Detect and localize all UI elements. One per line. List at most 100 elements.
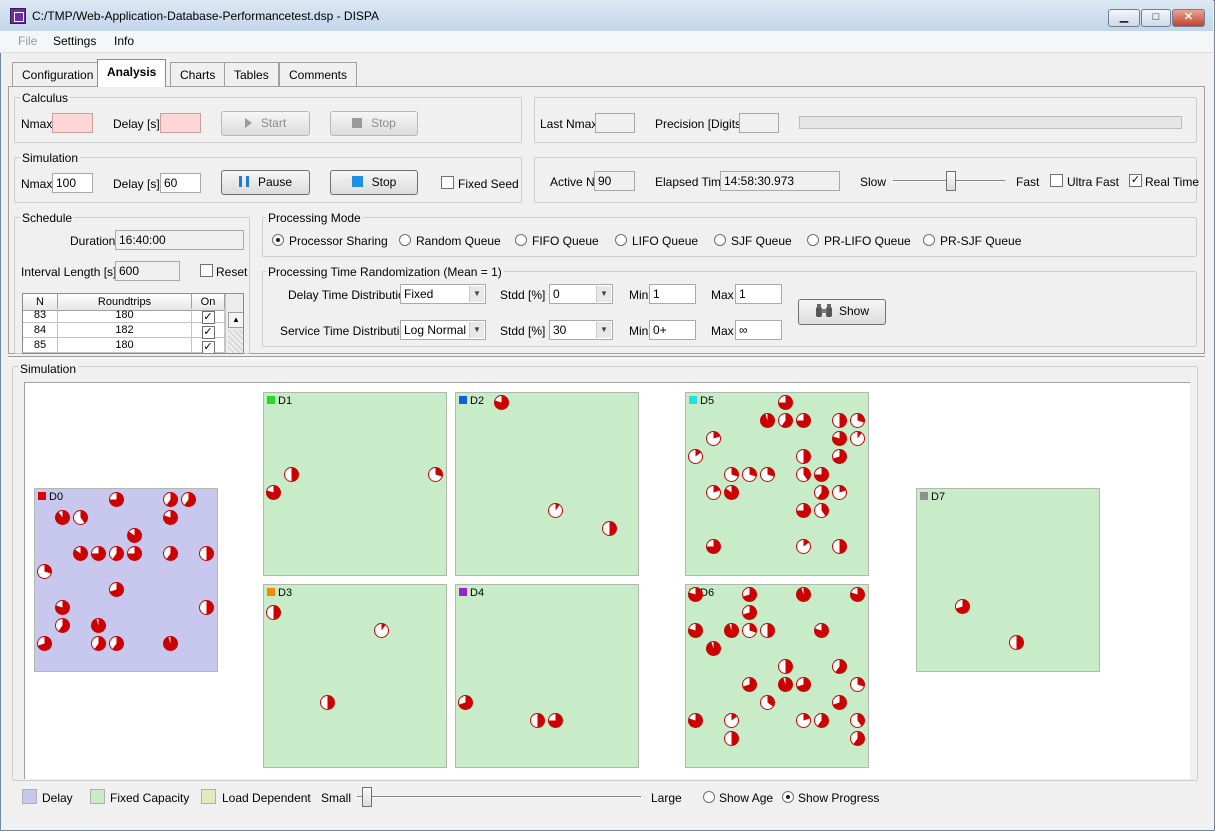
job-token[interactable] [706, 431, 721, 446]
table-scrollbar[interactable]: ▲ [225, 294, 243, 353]
fixed-seed-checkbox[interactable] [441, 176, 454, 189]
size-slider-thumb[interactable] [362, 787, 372, 807]
job-token[interactable] [832, 695, 847, 710]
show-progress-radio[interactable] [782, 791, 794, 803]
job-token[interactable] [742, 587, 757, 602]
job-token[interactable] [850, 731, 865, 746]
job-token[interactable] [742, 467, 757, 482]
job-token[interactable] [706, 641, 721, 656]
job-token[interactable] [284, 467, 299, 482]
job-token[interactable] [814, 713, 829, 728]
mode-radio-2[interactable] [515, 234, 527, 246]
job-token[interactable] [688, 623, 703, 638]
job-token[interactable] [760, 467, 775, 482]
calculus-start-button[interactable]: Start [221, 111, 310, 136]
job-token[interactable] [850, 413, 865, 428]
tab-analysis[interactable]: Analysis [97, 59, 167, 87]
job-token[interactable] [796, 677, 811, 692]
delay-max-field[interactable]: 1 [735, 284, 782, 304]
delay-dist-select[interactable]: Fixed ▼ [400, 284, 486, 304]
scroll-up-icon[interactable]: ▲ [228, 312, 243, 328]
job-token[interactable] [832, 413, 847, 428]
job-token[interactable] [163, 546, 178, 561]
job-token[interactable] [796, 587, 811, 602]
job-token[interactable] [814, 623, 829, 638]
job-token[interactable] [181, 492, 196, 507]
job-token[interactable] [955, 599, 970, 614]
job-token[interactable] [778, 395, 793, 410]
sim-pause-button[interactable]: Pause [221, 170, 310, 195]
job-token[interactable] [55, 510, 70, 525]
sim-nmax-input[interactable]: 100 [52, 173, 93, 193]
job-token[interactable] [796, 539, 811, 554]
minimize-button[interactable]: ▁ [1108, 9, 1140, 27]
mode-radio-3[interactable] [615, 234, 627, 246]
job-token[interactable] [91, 618, 106, 633]
job-token[interactable] [778, 677, 793, 692]
job-token[interactable] [724, 623, 739, 638]
close-button[interactable]: ✕ [1172, 9, 1205, 27]
job-token[interactable] [760, 695, 775, 710]
menu-settings[interactable]: Settings [53, 34, 96, 48]
job-token[interactable] [73, 546, 88, 561]
job-token[interactable] [1009, 635, 1024, 650]
schedule-table[interactable]: N Roundtrips On ▲ 83 180 ✓ 84 182 ✓ 85 180 ✓ [22, 293, 244, 354]
tab-configuration[interactable]: Configuration [12, 62, 104, 86]
job-token[interactable] [796, 503, 811, 518]
service-max-field[interactable]: ∞ [735, 320, 782, 340]
station-d6[interactable]: D6 [685, 584, 869, 768]
station-d5[interactable]: D5 [685, 392, 869, 576]
delay-min-field[interactable]: 1 [649, 284, 696, 304]
size-slider-track[interactable] [357, 796, 641, 798]
job-token[interactable] [688, 713, 703, 728]
table-cell-on[interactable]: ✓ [192, 308, 225, 324]
table-cell-on[interactable]: ✓ [192, 323, 225, 339]
job-token[interactable] [73, 510, 88, 525]
tab-comments[interactable]: Comments [279, 62, 358, 86]
mode-radio-5[interactable] [807, 234, 819, 246]
table-row-checkbox[interactable]: ✓ [201, 341, 215, 353]
job-token[interactable] [814, 503, 829, 518]
job-token[interactable] [199, 546, 214, 561]
job-token[interactable] [163, 510, 178, 525]
job-token[interactable] [724, 731, 739, 746]
job-token[interactable] [37, 564, 52, 579]
job-token[interactable] [706, 485, 721, 500]
delay-stdd-select[interactable]: 0 ▼ [549, 284, 613, 304]
mode-radio-6[interactable] [923, 234, 935, 246]
job-token[interactable] [832, 659, 847, 674]
job-token[interactable] [724, 467, 739, 482]
job-token[interactable] [163, 636, 178, 651]
maximize-button[interactable]: □ [1141, 9, 1171, 27]
job-token[interactable] [548, 713, 563, 728]
job-token[interactable] [163, 492, 178, 507]
station-d7[interactable]: D7 [916, 488, 1100, 672]
tab-tables[interactable]: Tables [224, 62, 279, 86]
job-token[interactable] [814, 485, 829, 500]
job-token[interactable] [832, 449, 847, 464]
speed-slider-thumb[interactable] [946, 171, 957, 191]
job-token[interactable] [55, 600, 70, 615]
job-token[interactable] [602, 521, 617, 536]
job-token[interactable] [796, 413, 811, 428]
job-token[interactable] [742, 677, 757, 692]
job-token[interactable] [850, 677, 865, 692]
job-token[interactable] [266, 485, 281, 500]
table-cell-on[interactable]: ✓ [192, 338, 225, 353]
job-token[interactable] [530, 713, 545, 728]
ultra-fast-checkbox[interactable] [1050, 174, 1063, 187]
job-token[interactable] [320, 695, 335, 710]
menu-file[interactable]: File [18, 34, 37, 48]
service-stdd-select[interactable]: 30 ▼ [549, 320, 613, 340]
job-token[interactable] [109, 546, 124, 561]
job-token[interactable] [706, 539, 721, 554]
menu-info[interactable]: Info [114, 34, 134, 48]
splitter-handle[interactable] [8, 356, 1205, 359]
service-min-field[interactable]: 0+ [649, 320, 696, 340]
show-age-radio[interactable] [703, 791, 715, 803]
job-token[interactable] [742, 605, 757, 620]
job-token[interactable] [850, 431, 865, 446]
job-token[interactable] [109, 582, 124, 597]
scroll-thumb[interactable] [228, 330, 243, 353]
show-distribution-button[interactable]: Show [798, 299, 886, 325]
